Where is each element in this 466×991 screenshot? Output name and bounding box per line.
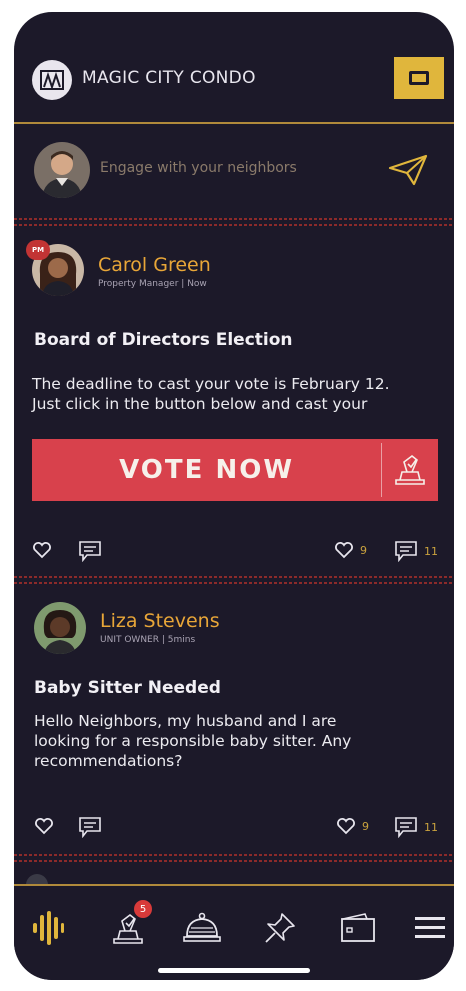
tab-pinned[interactable]: [256, 906, 304, 950]
composer-divider-top: [14, 218, 454, 220]
heart-icon: [335, 542, 353, 559]
composer-divider-bottom: [14, 224, 454, 226]
post-body-line: looking for a responsible baby sitter. A…: [34, 732, 352, 750]
building-logo-icon[interactable]: [32, 60, 72, 100]
phone-screen: MAGIC CITY CONDO Engage with your neighb…: [14, 12, 454, 980]
post-body-line: Just click in the button below and cast …: [32, 395, 368, 413]
comment-icon: [395, 817, 417, 838]
vote-now-label: VOTE NOW: [119, 455, 294, 485]
heart-icon: [337, 818, 355, 835]
like-button[interactable]: [34, 817, 54, 835]
comment-button[interactable]: [78, 540, 102, 562]
post-body: The deadline to cast your vote is Februa…: [32, 374, 432, 414]
tab-services[interactable]: [178, 906, 226, 950]
post-divider-bottom: [14, 582, 454, 584]
post-meta: Property Manager | Now: [98, 279, 207, 289]
comment-icon: [395, 541, 417, 562]
ballot-box-icon: [382, 439, 438, 501]
service-bell-icon: [183, 912, 221, 942]
comment-count[interactable]: 11: [394, 816, 438, 838]
tab-menu[interactable]: [406, 906, 454, 950]
comment-icon: [79, 541, 101, 562]
post-divider-top: [14, 854, 454, 856]
author-avatar[interactable]: [34, 602, 86, 654]
vote-now-button[interactable]: VOTE NOW: [32, 439, 438, 501]
post-body: Hello Neighbors, my husband and I are lo…: [34, 711, 434, 771]
panel-icon: [409, 71, 429, 85]
like-button[interactable]: [32, 541, 52, 559]
role-badge: PM: [26, 240, 50, 260]
post-divider-top: [14, 576, 454, 578]
like-count[interactable]: 9: [334, 541, 367, 559]
notification-badge: 5: [134, 900, 152, 918]
app-header: MAGIC CITY CONDO: [14, 12, 454, 122]
wallet-icon: [341, 913, 375, 942]
user-avatar[interactable]: [34, 142, 90, 198]
author-role: UNIT OWNER: [100, 635, 159, 645]
post-time: Now: [187, 279, 207, 289]
comment-button[interactable]: [78, 816, 102, 838]
brand-title: MAGIC CITY CONDO: [82, 68, 256, 88]
comment-icon: [79, 817, 101, 838]
comments-count: 11: [424, 544, 438, 558]
author-role: Property Manager: [98, 279, 179, 289]
tab-wallet[interactable]: [334, 906, 382, 950]
paper-plane-icon[interactable]: [386, 152, 430, 188]
likes-count: 9: [360, 543, 367, 557]
heart-icon: [35, 818, 53, 835]
post-title: Baby Sitter Needed: [34, 678, 221, 698]
post-author[interactable]: Carol Green: [98, 254, 211, 276]
hamburger-icon: [415, 917, 445, 938]
comment-count[interactable]: 11: [394, 540, 438, 562]
heart-icon: [33, 542, 51, 559]
tab-vote[interactable]: 5: [104, 900, 152, 950]
post-meta: UNIT OWNER | 5mins: [100, 635, 195, 645]
header-divider: [14, 122, 454, 124]
like-count[interactable]: 9: [336, 817, 369, 835]
tab-feed[interactable]: [24, 906, 72, 950]
home-indicator[interactable]: [158, 968, 310, 973]
post-composer-input[interactable]: Engage with your neighbors: [100, 160, 297, 176]
post-author[interactable]: Liza Stevens: [100, 610, 220, 632]
post-title: Board of Directors Election: [34, 330, 293, 350]
post-body-line: Hello Neighbors, my husband and I are: [34, 712, 337, 730]
pin-icon: [265, 913, 295, 943]
vote-separator: [381, 443, 383, 497]
sound-wave-icon: [33, 911, 64, 945]
tab-bar: 5: [14, 886, 454, 980]
post-body-line: recommendations?: [34, 752, 183, 770]
comments-count: 11: [424, 820, 438, 834]
panel-button[interactable]: [394, 57, 444, 99]
post-divider-bottom: [14, 860, 454, 862]
post-time: 5mins: [167, 635, 196, 645]
post-body-line: The deadline to cast your vote is Februa…: [32, 375, 390, 393]
likes-count: 9: [362, 819, 369, 833]
